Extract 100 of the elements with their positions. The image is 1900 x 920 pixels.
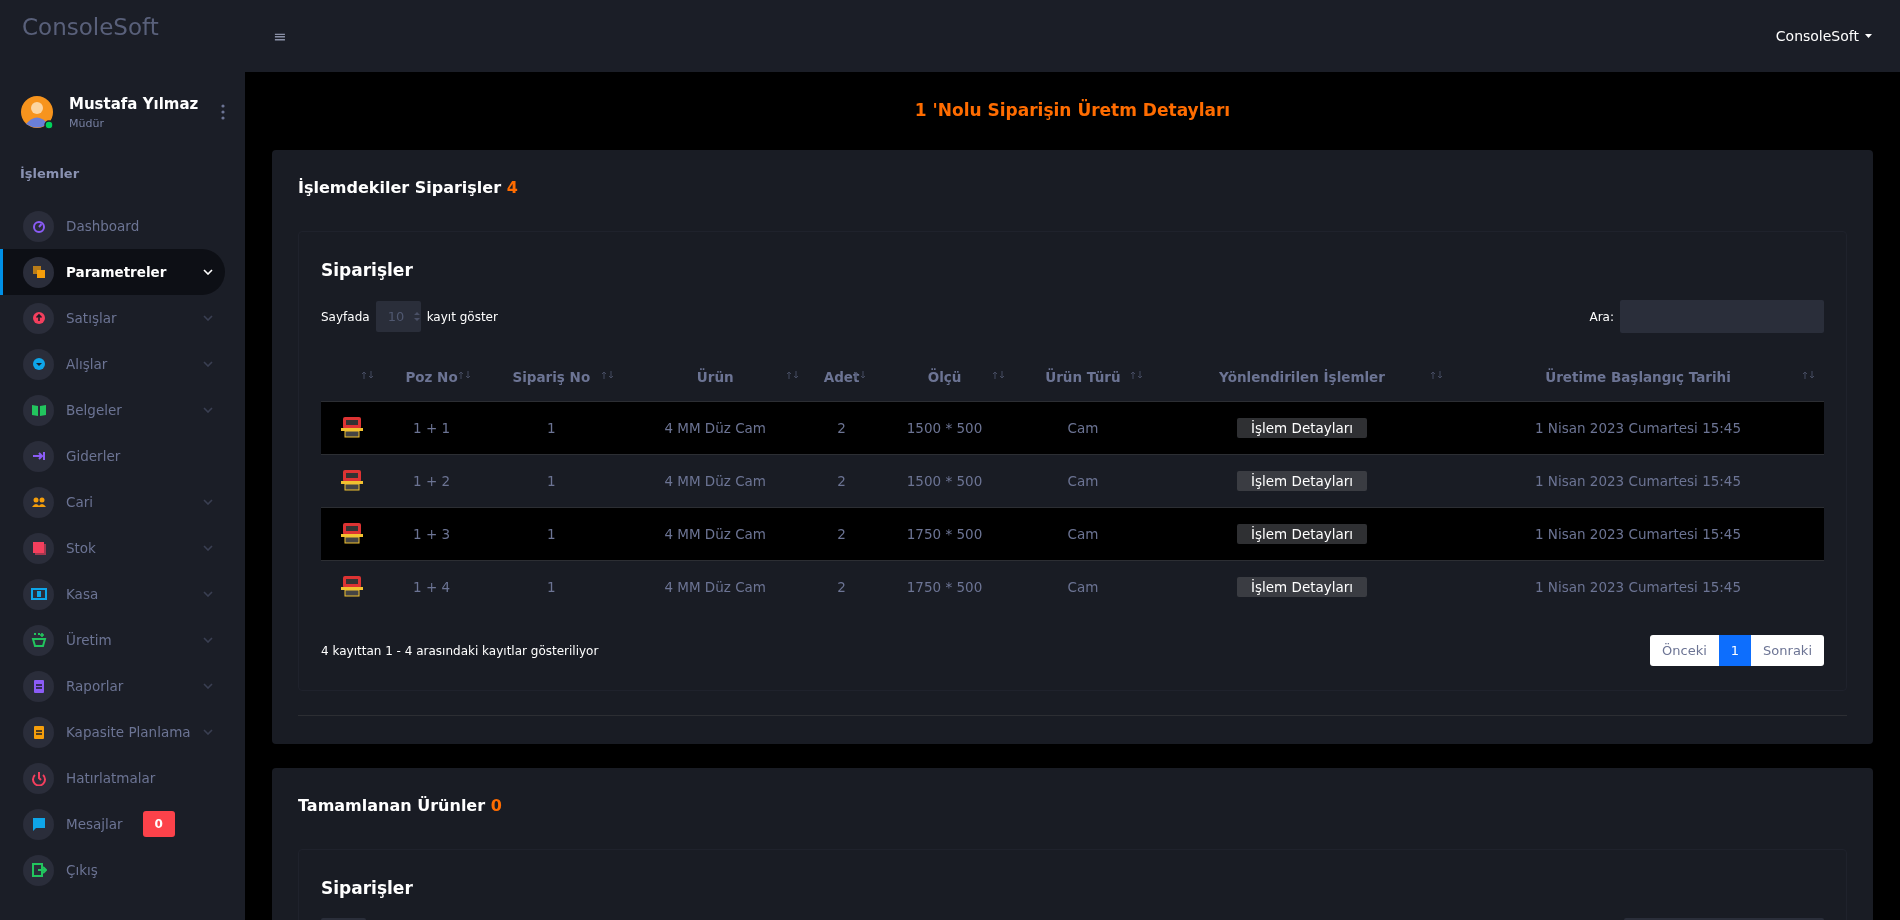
table-cell: 1 Nisan 2023 Cumartesi 15:45 [1534,526,1742,542]
sidebar-item[interactable]: Stok [0,525,225,571]
sidebar-item[interactable]: Alışlar [0,341,225,387]
up-arrow-circle-icon [30,310,47,326]
page-button[interactable]: 1 [1718,635,1752,666]
next-button[interactable]: Sonraki [1751,635,1824,666]
machine-icon [340,520,364,545]
sort-arrows-icon[interactable] [1802,370,1816,380]
section-title: İşlemdekiler Siparişler 4 [298,178,519,197]
table-cell: 2 [837,473,846,489]
menu-button[interactable]: ≡ [273,26,287,46]
brand-logo[interactable]: ConsoleSoft [0,0,245,72]
table-cell: 1 + 4 [413,579,451,595]
column-header[interactable]: Yönlendirilen İşlemler [1219,369,1385,385]
page-title: 1 'Nolu Siparişin Üretm Detayları [913,100,1232,120]
column-header[interactable]: Adet [823,369,860,385]
sidebar-item[interactable]: Parametreler [0,249,225,295]
count-badge: 0 [142,811,175,837]
table-cell: 1500 * 500 [906,473,983,489]
details-button[interactable]: İşlem Detayları [1236,471,1368,491]
more-options-icon[interactable] [221,104,225,120]
column-header[interactable]: Ürün Türü [1045,369,1121,385]
card-title: Siparişler [321,260,414,280]
squares-icon [30,540,47,556]
gauge-icon [30,218,47,234]
table-cell: 1 + 3 [413,526,451,542]
sort-arrows-icon[interactable] [785,370,800,380]
table-cell: 4 MM Düz Cam [664,526,767,542]
column-header[interactable]: Poz No [405,369,458,385]
spinner-arrows-icon[interactable] [414,312,421,321]
table-info: 4 kayıttan 1 - 4 arasındaki kayıtlar gösteriliyor [321,643,599,658]
table-cell: 4 MM Düz Cam [664,579,767,595]
table-cell: 4 MM Düz Cam [664,473,767,489]
machine-icon [340,414,364,439]
previous-button[interactable]: Önceki [1650,635,1719,666]
table-cell: 1 [547,526,556,542]
details-button[interactable]: İşlem Detayları [1236,577,1368,597]
sidebar-item[interactable]: Belgeler [0,387,225,433]
search-label: Ara: [1589,309,1614,324]
sidebar-item[interactable]: Hatırlatmalar [0,755,225,801]
table-cell: 2 [837,579,846,595]
table-cell: Cam [1067,579,1099,595]
sort-arrows-icon[interactable] [1430,370,1444,380]
sidebar-item[interactable]: Satışlar [0,295,225,341]
table-cell: 2 [837,420,846,436]
table-cell: 1 Nisan 2023 Cumartesi 15:45 [1534,579,1742,595]
table-cell: 1750 * 500 [906,526,983,542]
table-cell: 1 + 2 [413,473,451,489]
timer-icon [30,770,47,786]
table-cell: 1500 * 500 [906,420,983,436]
length-label: Sayfada [321,309,370,324]
chat-bubble-icon [30,816,47,832]
table-cell: Cam [1067,473,1099,489]
exit-icon [30,862,47,878]
machine-icon [340,573,364,598]
table-cell: Cam [1067,420,1099,436]
table-cell: 1 [547,420,556,436]
basket-icon [30,632,47,648]
sidebar-item[interactable]: Dashboard [0,203,225,249]
sidebar-item[interactable]: Kapasite Planlama [0,709,225,755]
table-cell: 1750 * 500 [906,579,983,595]
table-cell: 4 MM Düz Cam [664,420,767,436]
table-cell: 1 + 1 [413,420,451,436]
sort-arrows-icon[interactable] [458,370,473,380]
sidebar-item[interactable]: Mesajlar 0 [0,801,225,847]
cash-icon [30,586,47,602]
sort-arrows-icon[interactable] [600,370,615,380]
column-header[interactable]: Ölçü [927,369,962,385]
sort-arrows-icon[interactable] [1130,370,1144,380]
details-button[interactable]: İşlem Detayları [1236,524,1368,544]
machine-icon [340,467,364,492]
sidebar-item[interactable]: Kasa [0,571,225,617]
book-icon [30,402,47,418]
layers-icon [30,264,47,280]
sidebar-item[interactable]: Raporlar [0,663,225,709]
table-cell: 1 Nisan 2023 Cumartesi 15:45 [1534,420,1742,436]
section-title: Tamamlanan Ürünler 0 [298,796,503,815]
user-menu[interactable]: ConsoleSoft [1775,28,1872,44]
user-name: Mustafa Yılmaz [69,94,199,113]
column-header[interactable]: Ürün [696,369,734,385]
sidebar-item[interactable]: Cari [0,479,225,525]
sidebar-item[interactable]: Çıkış [0,847,225,893]
sort-arrows-icon[interactable] [991,370,1006,380]
column-header[interactable]: Sipariş No [512,369,591,385]
table-cell: 2 [837,526,846,542]
table-cell: 1 [547,473,556,489]
sidebar-item[interactable]: Üretim [0,617,225,663]
details-button[interactable]: İşlem Detayları [1236,418,1368,438]
length-label: kayıt göster [426,309,498,324]
caret-down-icon[interactable] [1865,34,1872,38]
column-header[interactable]: Üretime Başlangıç Tarihi [1545,369,1731,385]
user-role: Müdür [69,116,105,130]
table-cell: 1 [547,579,556,595]
table-cell: 1 Nisan 2023 Cumartesi 15:45 [1534,473,1742,489]
sort-arrows-icon[interactable] [361,370,375,380]
avatar-icon [20,94,55,130]
table-cell: Cam [1067,526,1099,542]
sidebar-item[interactable]: Giderler [0,433,225,479]
down-arrow-circle-icon [30,356,47,372]
sidebar-heading: İşlemler [19,165,81,183]
